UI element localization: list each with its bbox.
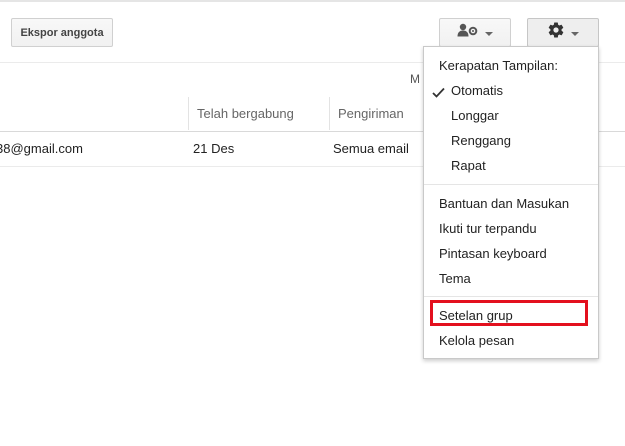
density-heading: Kerapatan Tampilan: bbox=[439, 58, 559, 73]
density-option-compact[interactable]: Rapat bbox=[451, 156, 486, 176]
density-option-loose[interactable]: Renggang bbox=[451, 131, 511, 151]
partial-header-text: M bbox=[410, 72, 420, 86]
member-email: 38@gmail.com bbox=[0, 141, 83, 156]
column-header-joined[interactable]: Telah bergabung bbox=[197, 106, 294, 121]
menu-divider bbox=[424, 296, 598, 297]
menu-item-help-feedback[interactable]: Bantuan dan Masukan bbox=[439, 194, 569, 214]
chevron-down-icon bbox=[485, 31, 493, 36]
chevron-down-icon bbox=[571, 31, 579, 36]
menu-item-keyboard-shortcuts[interactable]: Pintasan keyboard bbox=[439, 244, 547, 264]
density-option-relaxed[interactable]: Longgar bbox=[451, 106, 499, 126]
people-settings-icon bbox=[457, 23, 479, 42]
gear-icon bbox=[547, 21, 565, 44]
settings-button[interactable] bbox=[527, 18, 599, 47]
column-separator bbox=[188, 97, 189, 130]
menu-item-theme[interactable]: Tema bbox=[439, 269, 471, 289]
column-header-delivery[interactable]: Pengiriman bbox=[338, 106, 404, 121]
menu-divider bbox=[424, 184, 598, 185]
menu-item-manage-messages[interactable]: Kelola pesan bbox=[439, 331, 514, 351]
top-border bbox=[0, 0, 625, 2]
member-joined-date: 21 Des bbox=[193, 141, 235, 156]
group-members-page: Ekspor anggota M Telah bergabung Pengiri… bbox=[0, 0, 625, 446]
member-delivery: Semua email bbox=[333, 141, 409, 156]
menu-item-guided-tour[interactable]: Ikuti tur terpandu bbox=[439, 219, 537, 239]
settings-menu: Kerapatan Tampilan: Otomatis Longgar Ren… bbox=[423, 46, 599, 359]
column-separator bbox=[329, 97, 330, 130]
export-members-button[interactable]: Ekspor anggota bbox=[11, 18, 113, 47]
highlight-annotation bbox=[430, 300, 588, 326]
member-actions-button[interactable] bbox=[439, 18, 511, 47]
density-option-automatic[interactable]: Otomatis bbox=[451, 81, 503, 101]
checkmark-icon bbox=[432, 86, 445, 101]
